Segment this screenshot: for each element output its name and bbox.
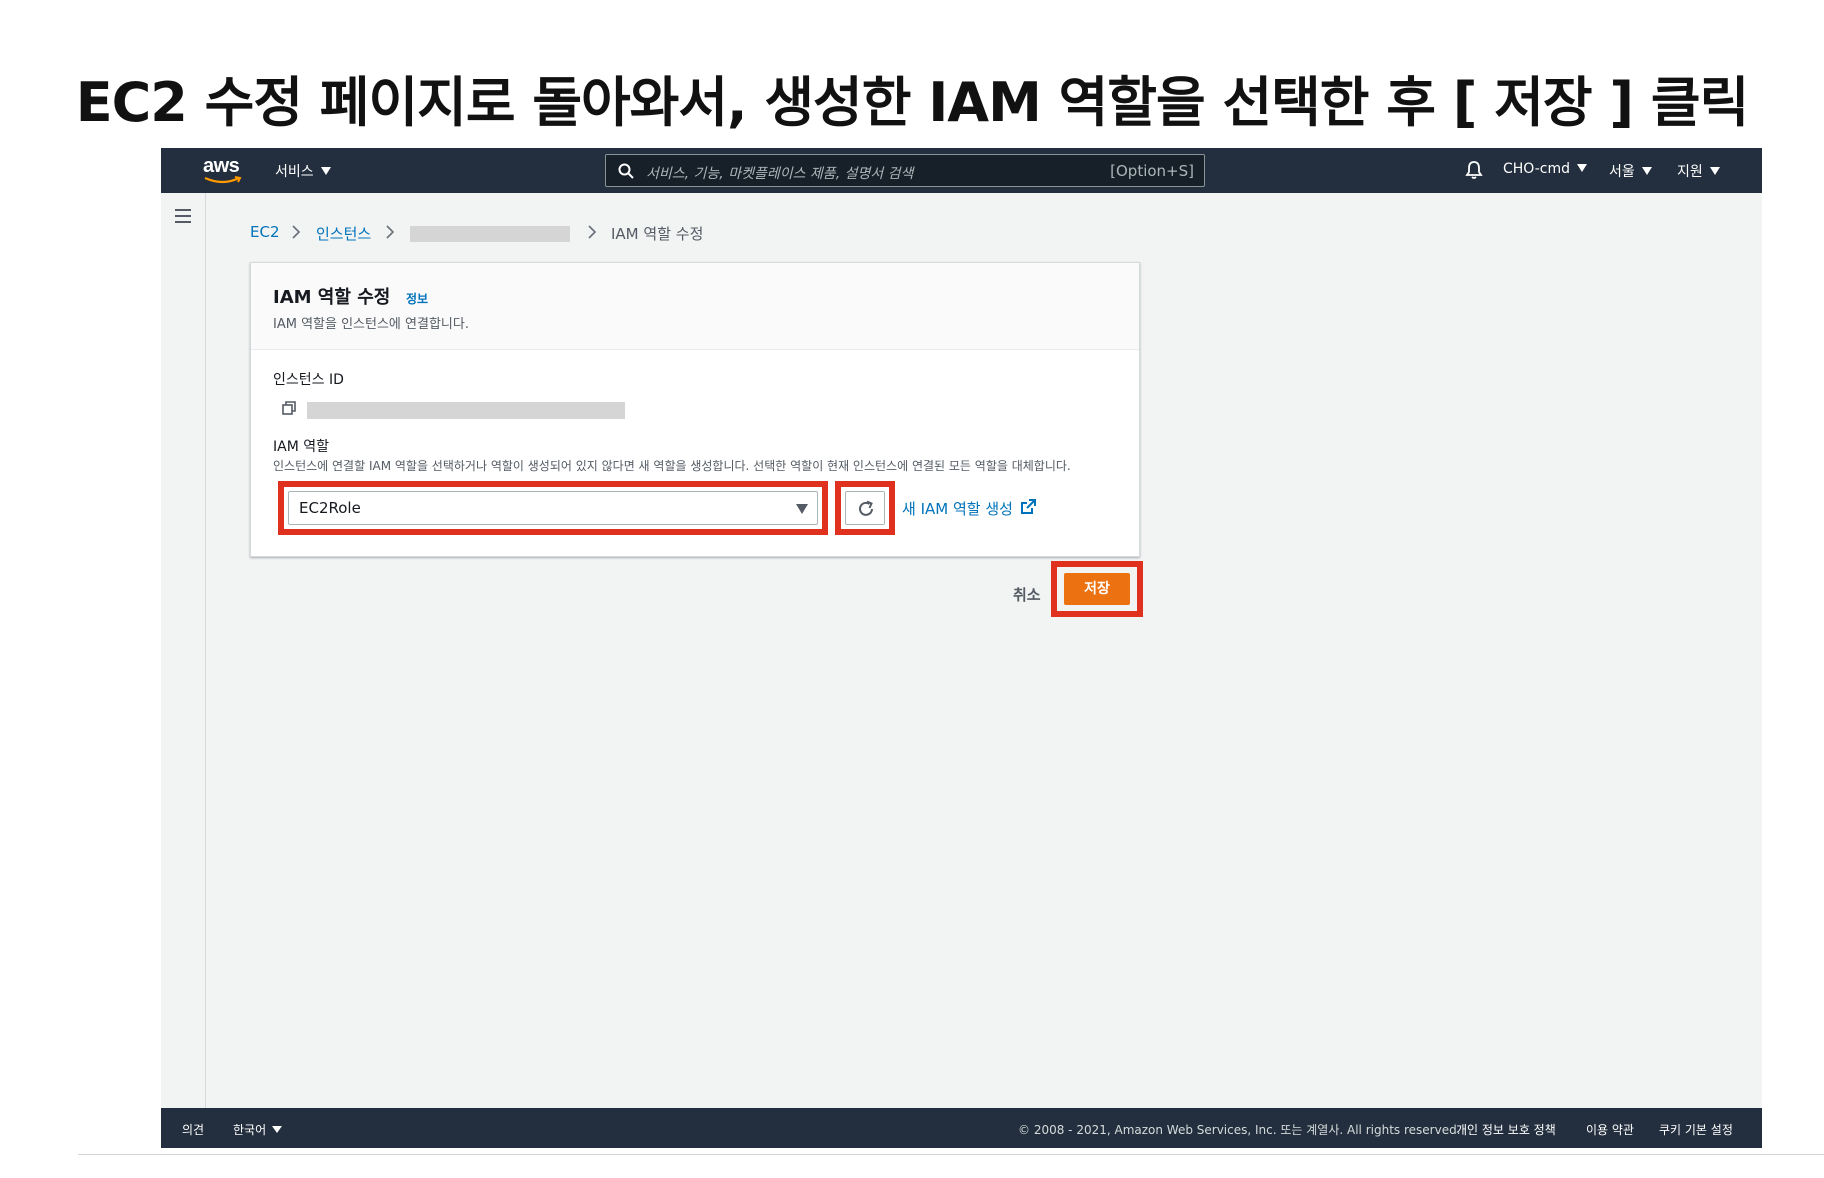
services-menu-label: 서비스 xyxy=(275,164,314,180)
chevron-right-icon xyxy=(292,225,301,239)
region-menu-label: 서울 xyxy=(1609,164,1635,180)
chevron-down-icon xyxy=(1641,167,1652,175)
iam-role-description: 인스턴스에 연결할 IAM 역할을 선택하거나 역할이 생성되어 있지 않다면 … xyxy=(273,459,1071,473)
language-label: 한국어 xyxy=(233,1123,267,1137)
feedback-link[interactable]: 의견 xyxy=(182,1121,204,1138)
region-menu[interactable]: 서울 xyxy=(1609,161,1652,181)
breadcrumb-instance-redacted[interactable] xyxy=(410,226,570,242)
services-menu[interactable]: 서비스 xyxy=(275,161,331,181)
chevron-down-icon xyxy=(1577,164,1587,172)
chevron-down-icon xyxy=(272,1126,283,1133)
chevron-down-icon xyxy=(1709,167,1720,175)
terms-link[interactable]: 이용 약관 xyxy=(1586,1121,1634,1138)
copyright-text: © 2008 - 2021, Amazon Web Services, Inc.… xyxy=(1018,1123,1461,1137)
iam-role-selected-value: EC2Role xyxy=(299,499,361,517)
privacy-link[interactable]: 개인 정보 보호 정책 xyxy=(1456,1121,1556,1138)
support-menu[interactable]: 지원 xyxy=(1677,161,1720,181)
instance-id-redacted xyxy=(307,402,625,419)
search-shortcut: [Option+S] xyxy=(1110,162,1194,180)
search-icon xyxy=(618,163,634,179)
iam-role-label: IAM 역할 xyxy=(273,439,329,455)
language-selector[interactable]: 한국어 xyxy=(233,1121,283,1138)
panel-description: IAM 역할을 인스턴스에 연결합니다. xyxy=(273,317,469,332)
hamburger-menu-icon[interactable] xyxy=(175,209,191,223)
support-menu-label: 지원 xyxy=(1677,164,1703,180)
modify-iam-role-panel: IAM 역할 수정 정보 IAM 역할을 인스턴스에 연결합니다. 인스턴스 I… xyxy=(250,262,1140,557)
refresh-icon xyxy=(859,500,873,516)
refresh-button[interactable] xyxy=(845,491,885,525)
bell-icon[interactable] xyxy=(1464,160,1484,180)
chevron-down-icon xyxy=(320,167,331,175)
account-menu-label: CHO-cmd xyxy=(1503,161,1570,177)
divider xyxy=(78,1154,1824,1155)
info-link[interactable]: 정보 xyxy=(406,290,428,307)
breadcrumb-instances[interactable]: 인스턴스 xyxy=(316,223,371,244)
panel-title: IAM 역할 수정 xyxy=(273,287,391,308)
aws-logo-text: aws xyxy=(203,155,240,177)
cookie-preferences-link[interactable]: 쿠키 기본 설정 xyxy=(1659,1121,1733,1138)
create-iam-role-link[interactable]: 새 IAM 역할 생성 xyxy=(902,498,1013,519)
top-navigation: aws 서비스 서비스, 기능, 마켓플레이스 제품, 설명서 검색 [Opti… xyxy=(161,148,1762,193)
copy-icon[interactable] xyxy=(281,400,297,416)
cancel-button[interactable]: 취소 xyxy=(1013,584,1041,605)
aws-smile-icon xyxy=(204,176,242,184)
breadcrumb-current: IAM 역할 수정 xyxy=(611,225,704,243)
caret-down-icon xyxy=(796,504,808,514)
iam-role-select[interactable]: EC2Role xyxy=(288,491,818,525)
instance-id-label: 인스턴스 ID xyxy=(273,372,344,388)
panel-header: IAM 역할 수정 정보 IAM 역할을 인스턴스에 연결합니다. xyxy=(251,263,1139,350)
external-link-icon[interactable] xyxy=(1020,498,1037,515)
aws-logo[interactable]: aws xyxy=(203,155,247,185)
side-navigation-rail xyxy=(161,193,206,1108)
chevron-right-icon xyxy=(588,225,597,239)
search-input[interactable]: 서비스, 기능, 마켓플레이스 제품, 설명서 검색 [Option+S] xyxy=(605,154,1205,187)
footer: 의견 한국어 © 2008 - 2021, Amazon Web Service… xyxy=(161,1108,1762,1148)
chevron-right-icon xyxy=(386,225,395,239)
search-placeholder: 서비스, 기능, 마켓플레이스 제품, 설명서 검색 xyxy=(646,166,914,182)
aws-console-window: aws 서비스 서비스, 기능, 마켓플레이스 제품, 설명서 검색 [Opti… xyxy=(161,148,1762,1148)
breadcrumb-ec2[interactable]: EC2 xyxy=(250,223,280,241)
save-button[interactable]: 저장 xyxy=(1064,573,1130,605)
account-menu[interactable]: CHO-cmd xyxy=(1503,161,1587,177)
slide-title: EC2 수정 페이지로 돌아와서, 생성한 IAM 역할을 선택한 후 [ 저장… xyxy=(75,71,1750,134)
